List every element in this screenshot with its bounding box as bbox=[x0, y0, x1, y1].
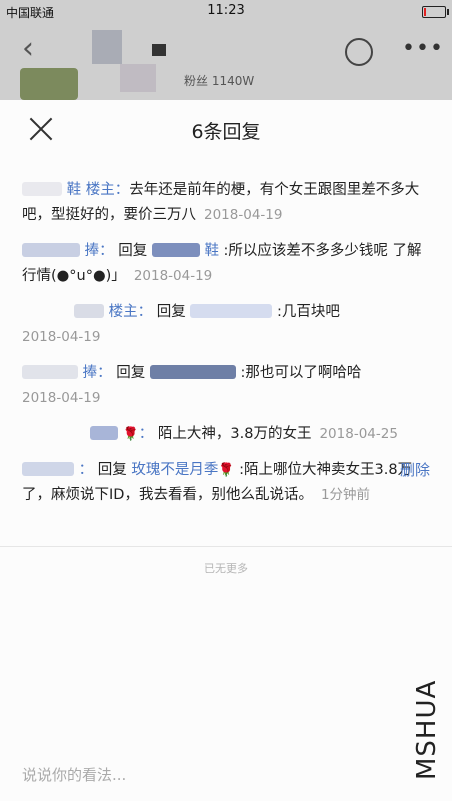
comment-text: :几百块吧 bbox=[276, 304, 340, 320]
comment-time: 2018-04-19 bbox=[133, 268, 213, 284]
owner-tag: 楼主 bbox=[108, 304, 138, 320]
reply-sheet: 6条回复 鞋 楼主：去年还是前年的梗，有个女王跟图里差不多大吧，型挺好的，要价三… bbox=[0, 100, 452, 801]
list-item[interactable]: 捧： 回复 :那也可以了啊哈哈 2018-04-19 bbox=[0, 361, 452, 411]
comment-list: 鞋 楼主：去年还是前年的梗，有个女王跟图里差不多大吧，型挺好的，要价三万八 201… bbox=[0, 178, 452, 519]
reply-word: 回复 bbox=[97, 462, 127, 478]
blurred-avatar bbox=[22, 462, 74, 476]
background-page: ‹ ••• 粉丝 1140W bbox=[0, 24, 452, 100]
blurred-name bbox=[149, 365, 236, 379]
flower-thumbnail bbox=[20, 68, 78, 100]
comment-author[interactable]: 捧 bbox=[85, 243, 100, 259]
watermark: MSHUA bbox=[412, 592, 446, 782]
more-dots-icon[interactable]: ••• bbox=[402, 36, 444, 61]
clock: 11:23 bbox=[207, 3, 245, 18]
sheet-header: 6条回复 bbox=[0, 100, 452, 160]
comment-time: 2018-04-25 bbox=[319, 426, 398, 442]
fans-count: 粉丝 1140W bbox=[184, 74, 255, 88]
comment-text: :那也可以了啊哈哈 bbox=[240, 365, 362, 381]
reply-word: 回复 bbox=[116, 365, 146, 381]
blurred-avatar bbox=[74, 304, 104, 318]
list-item[interactable]: 🌹： 陌上大神，3.8万的女王 2018-04-25 bbox=[0, 422, 452, 447]
list-item[interactable]: 楼主： 回复 :几百块吧 2018-04-19 bbox=[0, 300, 452, 350]
comment-input[interactable]: 说说你的看法... bbox=[22, 764, 126, 785]
blurred-avatar bbox=[90, 426, 118, 440]
status-bar: 中国联通 11:23 bbox=[0, 0, 452, 24]
blurred-avatar bbox=[22, 365, 78, 379]
blurred-name bbox=[151, 243, 200, 257]
list-item[interactable]: ： 回复 玫瑰不是月季🌹 :陌上哪位大神卖女王3.8万了，麻烦说下ID，我去看看… bbox=[0, 458, 452, 508]
reply-word: 回复 bbox=[118, 243, 148, 259]
blurred-name bbox=[152, 44, 166, 56]
reply-target[interactable]: 鞋 bbox=[204, 243, 219, 259]
list-item[interactable]: 鞋 楼主：去年还是前年的梗，有个女王跟图里差不多大吧，型挺好的，要价三万八 201… bbox=[0, 178, 452, 228]
reply-target[interactable]: 玫瑰不是月季 bbox=[131, 462, 218, 478]
blurred-avatar bbox=[22, 182, 62, 196]
no-more-label: 已无更多 bbox=[204, 562, 248, 575]
comment-author[interactable]: 鞋 bbox=[67, 182, 82, 198]
blurred-avatar bbox=[22, 243, 80, 257]
battery-icon bbox=[422, 6, 449, 18]
comment-author[interactable]: 捧 bbox=[83, 365, 98, 381]
rose-icon: 🌹 bbox=[122, 427, 139, 442]
blurred-name bbox=[120, 64, 156, 92]
share-icon[interactable] bbox=[345, 38, 373, 66]
list-item[interactable]: 捧： 回复 鞋 :所以应该差不多多少钱呢 了解行情(●°u°●)」 2018-04… bbox=[0, 239, 452, 289]
blurred-name bbox=[190, 304, 273, 318]
rose-icon: 🌹 bbox=[218, 463, 235, 478]
delete-button[interactable]: 删除 bbox=[400, 458, 430, 483]
reply-word: 回复 bbox=[156, 304, 186, 320]
sheet-title: 6条回复 bbox=[191, 121, 261, 143]
owner-tag: 楼主 bbox=[85, 182, 115, 198]
watermark-text: MSHUA bbox=[412, 679, 442, 780]
comment-text: :所以应该差不多多少钱呢 了解行情(●°u°●)」 bbox=[22, 243, 422, 284]
blurred-avatar bbox=[92, 30, 122, 64]
comment-time: 2018-04-19 bbox=[204, 207, 283, 223]
comment-time: 2018-04-19 bbox=[22, 390, 101, 406]
chevron-left-icon[interactable]: ‹ bbox=[22, 34, 34, 64]
battery-level bbox=[424, 8, 427, 16]
divider bbox=[0, 546, 452, 547]
comment-text: 陌上大神，3.8万的女王 bbox=[157, 426, 312, 442]
comment-time: 2018-04-19 bbox=[22, 329, 101, 345]
comment-time: 1分钟前 bbox=[320, 487, 371, 503]
